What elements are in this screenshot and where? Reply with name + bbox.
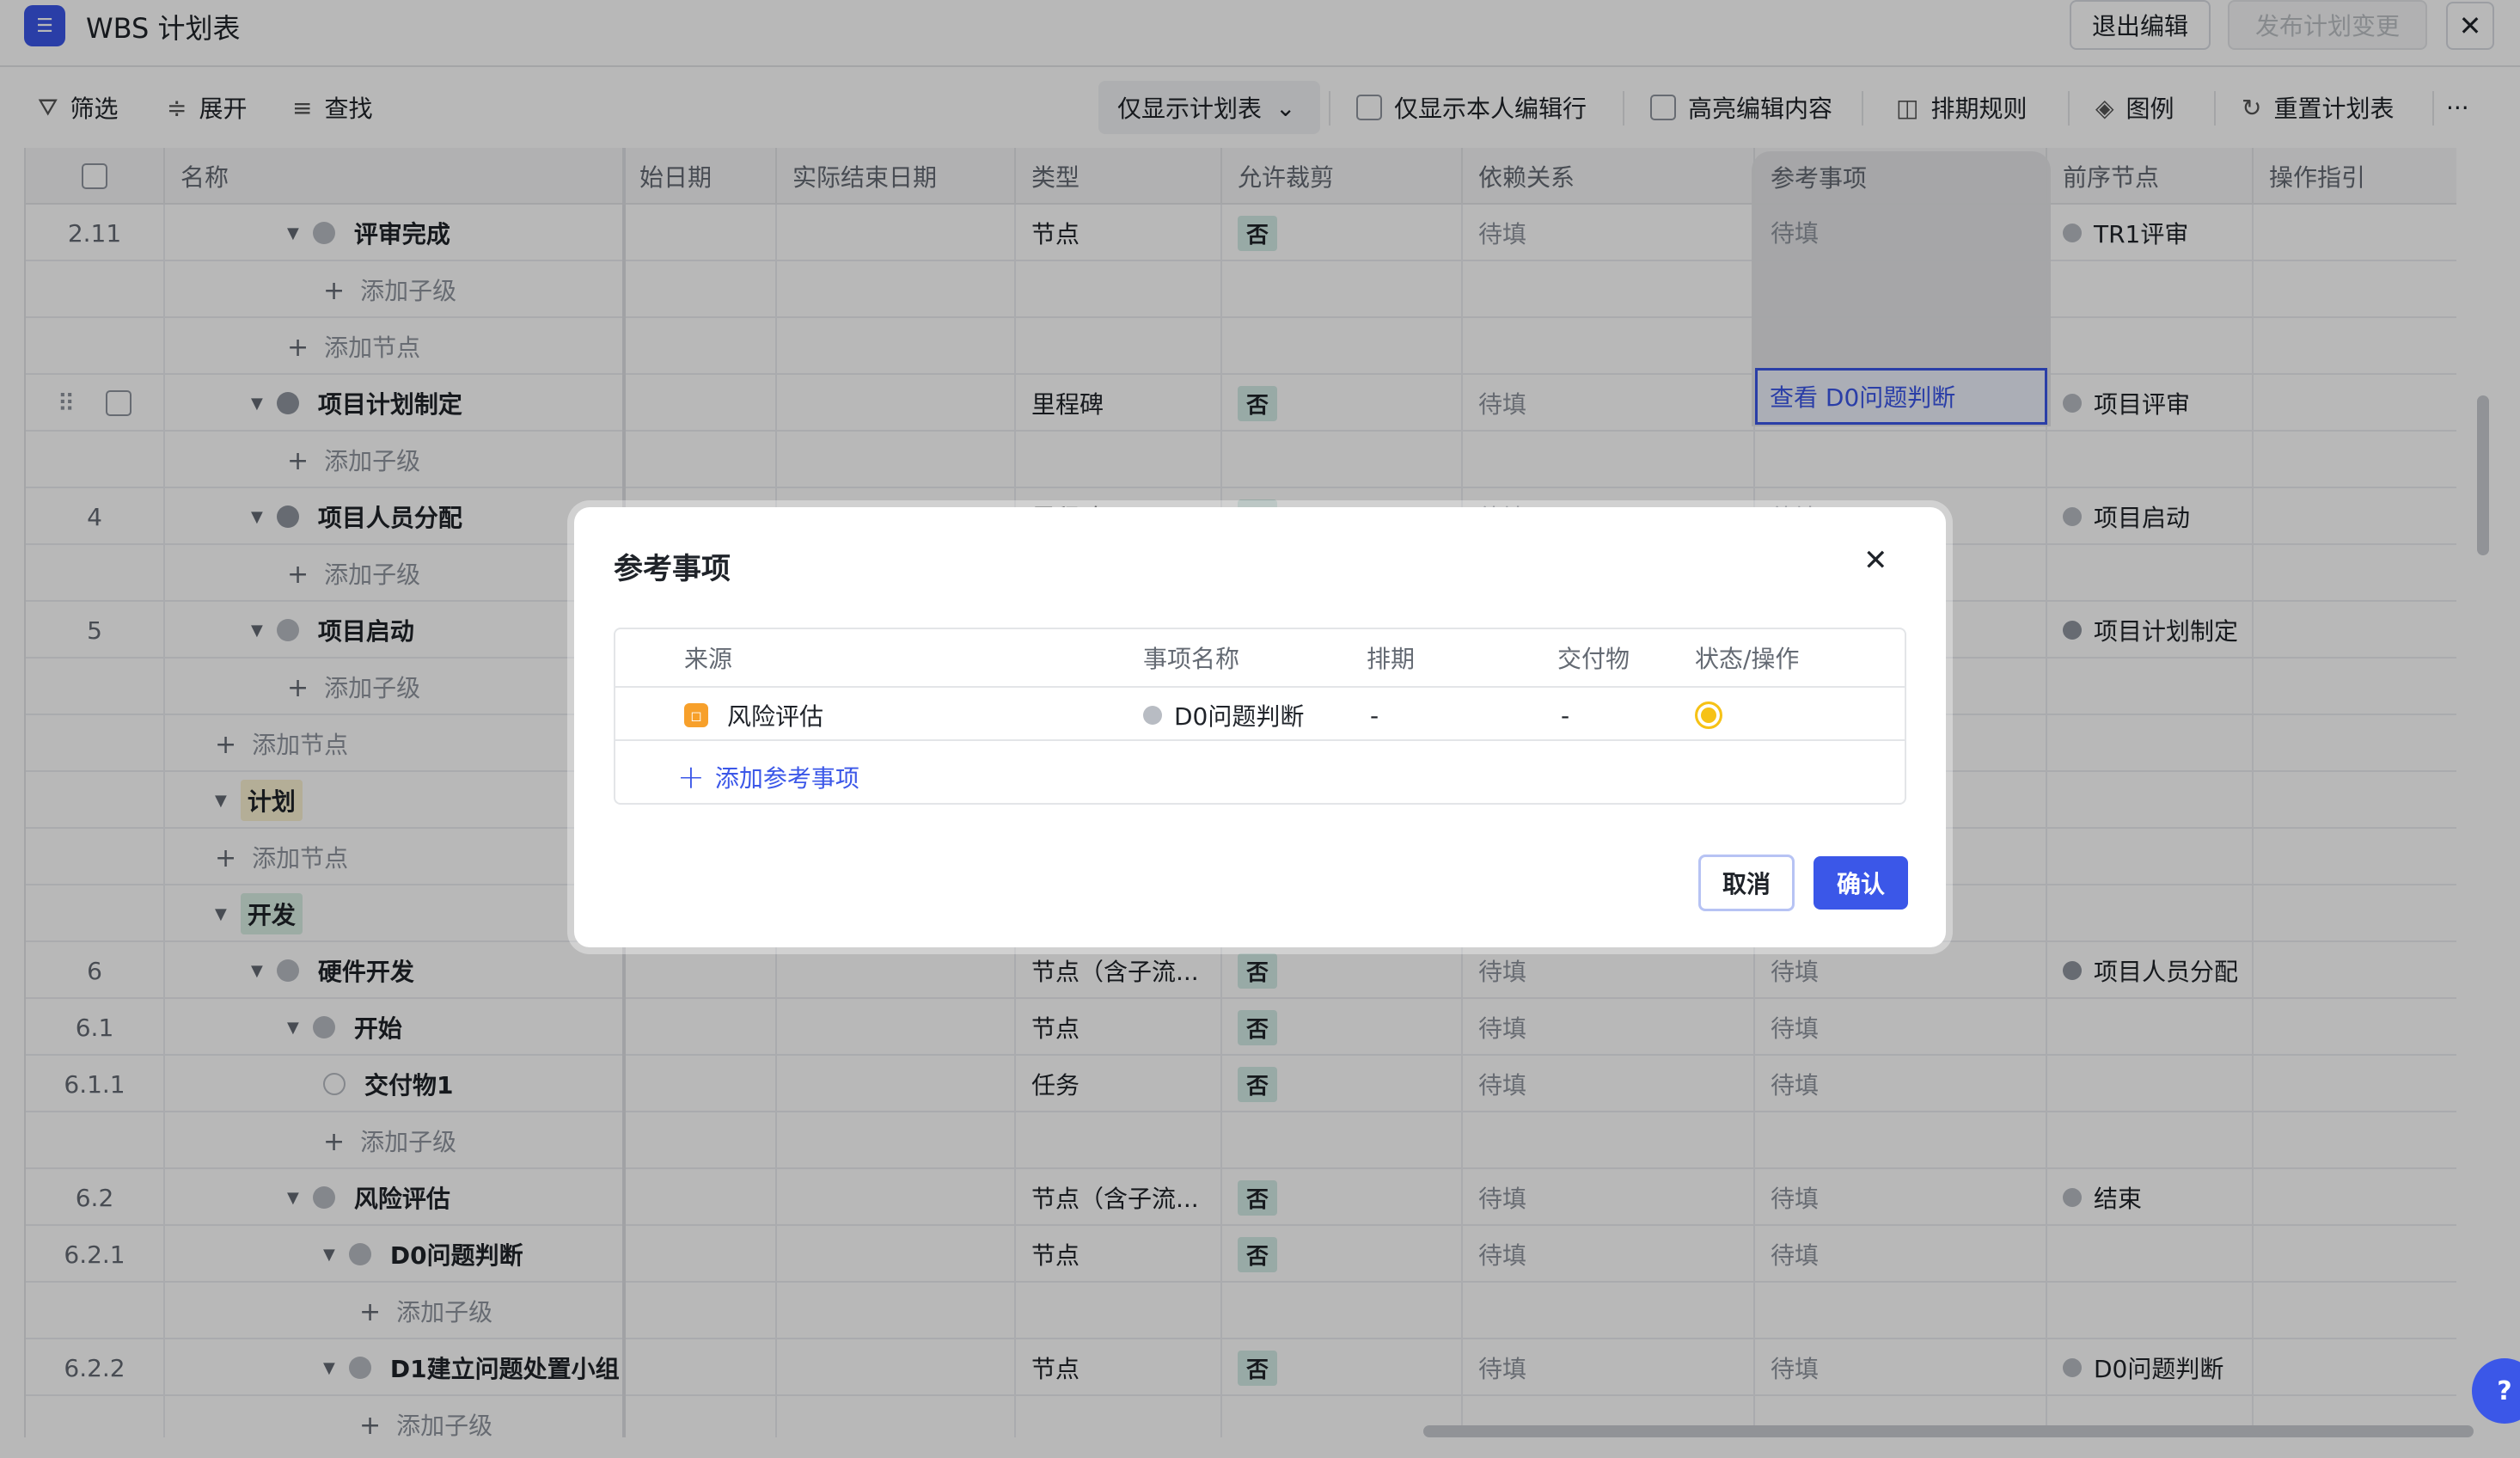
source-icon: ◻ [684, 703, 708, 727]
deliverable-cell: - [1561, 701, 1570, 730]
th-item-name: 事项名称 [1143, 645, 1240, 673]
reference-items-dialog: 参考事项 ✕ 来源 事项名称 排期 交付物 状态/操作 ◻ 风险评估 D0问题判断… [574, 507, 1946, 947]
table-row: ◻ 风险评估 D0问题判断 - - [615, 686, 1905, 741]
th-source: 来源 [684, 645, 733, 673]
schedule-cell: - [1370, 701, 1379, 730]
cancel-button[interactable]: 取消 [1698, 855, 1795, 911]
confirm-button[interactable]: 确认 [1814, 856, 1908, 910]
dialog-title: 参考事项 [614, 552, 731, 586]
th-schedule: 排期 [1367, 645, 1416, 673]
in-progress-icon[interactable] [1695, 701, 1722, 729]
add-reference-button[interactable]: + 添加参考事项 [677, 758, 859, 796]
th-status: 状态/操作 [1695, 645, 1800, 673]
status-cell [1695, 688, 1722, 743]
reference-table: 来源 事项名称 排期 交付物 状态/操作 ◻ 风险评估 D0问题判断 - - + 添… [614, 628, 1906, 805]
source-cell: ◻ 风险评估 [684, 688, 823, 743]
th-deliverable: 交付物 [1557, 645, 1630, 673]
page: ☰ WBS 计划表 退出编辑 发布计划变更 ✕ ⛛ 筛选 ≑ 展开 ≡ 查找 仅显示计… [0, 0, 2520, 1458]
close-icon[interactable]: ✕ [1863, 543, 1888, 578]
item-name-cell: D0问题判断 [1143, 688, 1304, 743]
status-dot-icon [1143, 706, 1162, 725]
plus-icon: + [677, 758, 705, 796]
